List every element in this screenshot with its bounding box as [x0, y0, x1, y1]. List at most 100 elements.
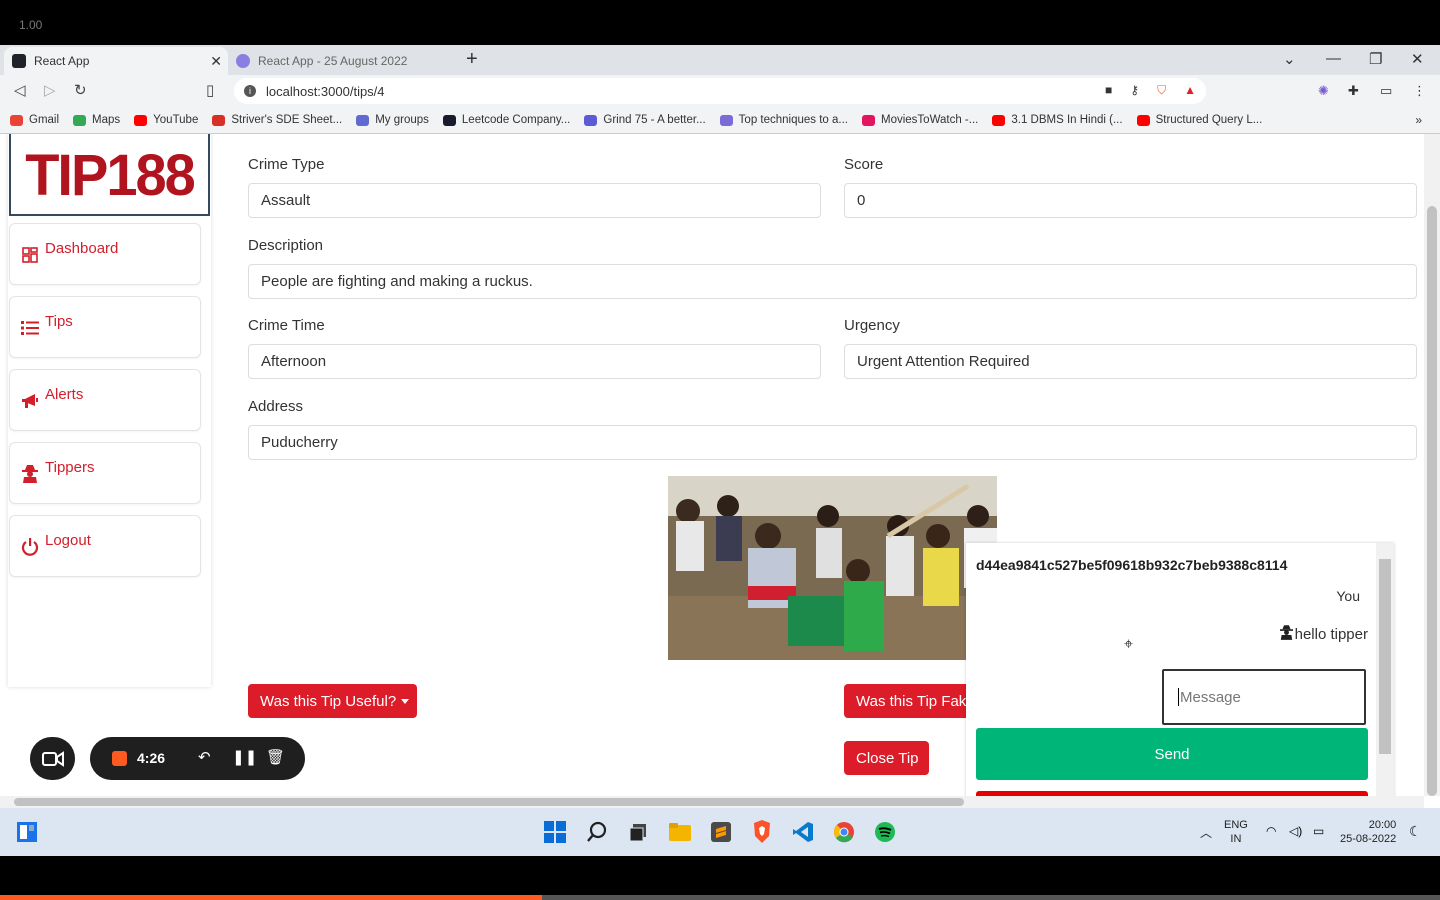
bookmark-item[interactable]: Gmail: [10, 114, 59, 126]
megaphone-icon: [21, 392, 39, 410]
bookmark-label: Gmail: [29, 114, 60, 126]
address-bar[interactable]: i localhost:3000/tips/4 ■ ⚷ ⛉ ▲: [234, 78, 1206, 104]
close-tip-button[interactable]: Close Tip: [844, 741, 929, 775]
tab-search-icon[interactable]: ⌄: [1283, 50, 1296, 68]
clock-time: 20:00: [1368, 819, 1397, 831]
page-hscroll-thumb[interactable]: [14, 798, 964, 806]
bookmarks-overflow-icon[interactable]: »: [1415, 113, 1422, 127]
sidebar-item-tips[interactable]: Tips: [9, 296, 201, 358]
clock[interactable]: 20:00 25-08-2022: [1340, 818, 1396, 846]
menu-icon[interactable]: ⋮: [1413, 83, 1426, 99]
restore-icon[interactable]: ❐: [1369, 50, 1382, 68]
bookmark-favicon-icon: [584, 114, 598, 126]
bookmark-label: Leetcode Company...: [461, 114, 571, 126]
tip-fake-dropdown[interactable]: Was this Tip Fake: [844, 684, 984, 718]
bookmark-favicon-icon: [134, 114, 148, 126]
bookmark-item[interactable]: YouTube: [134, 114, 198, 126]
bookmark-item[interactable]: Leetcode Company...: [442, 114, 571, 126]
crime-time-field[interactable]: Afternoon: [248, 344, 821, 379]
spotify-icon[interactable]: [873, 820, 897, 844]
sidebar-item-label: Logout: [45, 532, 91, 549]
address-label: Address: [248, 398, 304, 415]
tip-evidence-photo: [668, 476, 997, 660]
score-field[interactable]: 0: [844, 183, 1417, 218]
volume-icon[interactable]: ◁): [1289, 824, 1302, 838]
address-field[interactable]: Puducherry: [248, 425, 1417, 460]
tip-useful-dropdown[interactable]: Was this Tip Useful?: [248, 684, 417, 718]
key-icon[interactable]: ⚷: [1130, 83, 1139, 98]
chrome-icon[interactable]: [832, 820, 856, 844]
tray-chevron-up-icon[interactable]: ︿: [1200, 824, 1212, 841]
back-icon[interactable]: ◁: [14, 81, 26, 99]
send-label: Send: [1154, 745, 1190, 763]
video-progress-bar[interactable]: [0, 895, 1440, 900]
close-tab-icon[interactable]: ✕: [210, 53, 222, 70]
page-vertical-scrollbar[interactable]: [1424, 134, 1440, 796]
chat-scrollbar[interactable]: [1376, 543, 1394, 808]
brave-browser-icon[interactable]: [750, 820, 774, 844]
chat-input-placeholder: Message: [1180, 688, 1241, 706]
crime-time-label: Crime Time: [248, 317, 325, 334]
chat-send-button[interactable]: Send: [976, 728, 1368, 780]
brave-shield-icon[interactable]: ⛉: [1157, 83, 1166, 98]
notifications-icon[interactable]: ☾: [1409, 823, 1422, 840]
camera-icon[interactable]: ■: [1105, 83, 1112, 98]
description-field[interactable]: People are fighting and making a ruckus.: [248, 264, 1417, 299]
sidebar-item-tippers[interactable]: Tippers: [9, 442, 201, 504]
task-view-icon[interactable]: [626, 820, 650, 844]
search-icon[interactable]: [585, 820, 609, 844]
page-scroll-thumb[interactable]: [1427, 206, 1437, 796]
tab-react-app[interactable]: React App ✕: [4, 47, 228, 75]
sublime-text-icon[interactable]: [709, 820, 733, 844]
tab-react-app-august[interactable]: React App - 25 August 2022: [232, 47, 452, 75]
page-horizontal-scrollbar[interactable]: [0, 796, 1424, 808]
reload-icon[interactable]: ↻: [74, 81, 87, 99]
tip188-logo[interactable]: TIP188: [9, 134, 210, 216]
bookmark-item[interactable]: MoviesToWatch -...: [862, 114, 978, 126]
trash-icon[interactable]: 🗑: [266, 748, 285, 766]
bookmark-label: Striver's SDE Sheet...: [231, 114, 343, 126]
stop-recording-icon[interactable]: [112, 751, 127, 766]
close-tip-label: Close Tip: [856, 749, 919, 767]
undo-icon[interactable]: ↶: [198, 748, 211, 766]
urgency-label: Urgency: [844, 317, 900, 334]
windows-start-icon[interactable]: [543, 820, 567, 844]
bookmark-item[interactable]: Striver's SDE Sheet...: [212, 114, 342, 126]
user-secret-icon: [21, 465, 39, 483]
file-explorer-icon[interactable]: [668, 820, 692, 844]
bookmark-item[interactable]: Grind 75 - A better...: [584, 114, 706, 126]
region-code: IN: [1230, 833, 1242, 845]
crime-type-field[interactable]: Assault: [248, 183, 821, 218]
bookmark-favicon-icon: [442, 114, 456, 126]
chat-scroll-thumb[interactable]: [1379, 559, 1391, 754]
widgets-icon[interactable]: [15, 820, 39, 844]
extension-icon[interactable]: ✺: [1318, 83, 1329, 99]
battery-icon[interactable]: ▭: [1313, 824, 1324, 838]
bookmark-item[interactable]: Maps: [73, 114, 120, 126]
close-window-icon[interactable]: ✕: [1411, 50, 1424, 68]
wallet-icon[interactable]: ▭: [1380, 83, 1392, 99]
bookmark-icon[interactable]: ▯: [206, 81, 214, 99]
minimize-icon[interactable]: —: [1326, 50, 1341, 67]
vscode-icon[interactable]: [791, 820, 815, 844]
dashboard-icon: [21, 246, 39, 264]
pause-icon[interactable]: ❚❚: [232, 748, 257, 766]
bookmark-item[interactable]: Structured Query L...: [1136, 114, 1262, 126]
sidebar-item-alerts[interactable]: Alerts: [9, 369, 201, 431]
site-info-icon[interactable]: i: [244, 85, 256, 97]
puzzle-icon[interactable]: ✚: [1348, 83, 1359, 99]
bookmark-item[interactable]: Top techniques to a...: [719, 114, 848, 126]
wifi-icon[interactable]: ◠: [1266, 824, 1276, 838]
recorder-camera-button[interactable]: [30, 737, 75, 780]
new-tab-icon[interactable]: +: [466, 48, 478, 71]
urgency-field[interactable]: Urgent Attention Required: [844, 344, 1417, 379]
brave-rewards-icon[interactable]: ▲: [1184, 83, 1196, 98]
language-indicator[interactable]: ENG IN: [1224, 818, 1248, 846]
chat-message-input[interactable]: Message: [1162, 669, 1366, 725]
sidebar-item-logout[interactable]: Logout: [9, 515, 201, 577]
forward-icon[interactable]: ▷: [44, 81, 56, 99]
chat-message: hello tipper: [1279, 625, 1368, 644]
bookmark-item[interactable]: My groups: [356, 114, 429, 126]
bookmark-item[interactable]: 3.1 DBMS In Hindi (...: [992, 114, 1123, 126]
sidebar-item-dashboard[interactable]: Dashboard: [9, 223, 201, 285]
